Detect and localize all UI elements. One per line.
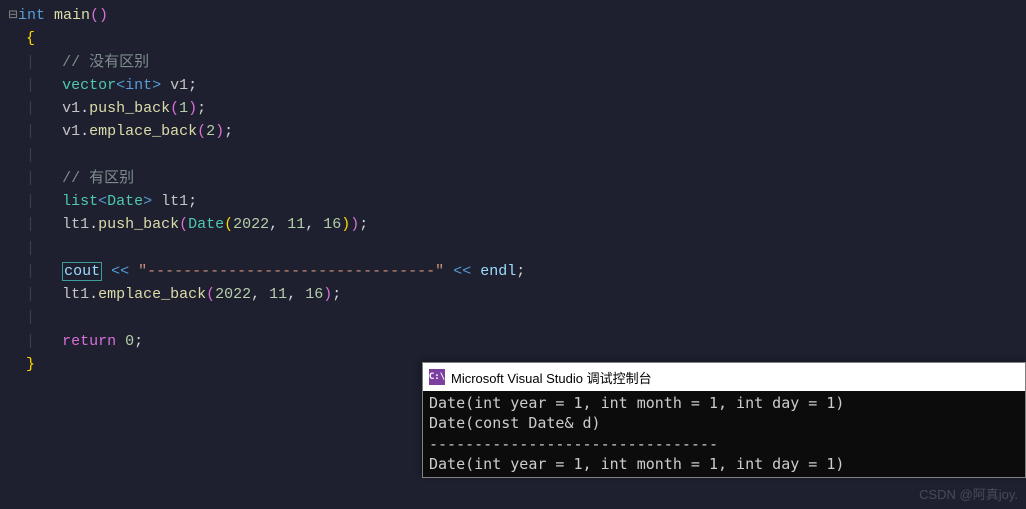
elem-type: Date	[107, 193, 143, 210]
code-line[interactable]: {	[8, 27, 1018, 50]
console-icon: C:\	[429, 369, 445, 385]
open-brace: {	[26, 30, 35, 47]
object: v1	[62, 123, 80, 140]
method: push_back	[98, 216, 179, 233]
number: 16	[323, 216, 341, 233]
number: 2022	[215, 286, 251, 303]
code-line[interactable]: | cout << "-----------------------------…	[8, 260, 1018, 283]
paren: ()	[90, 7, 108, 24]
debug-console-window[interactable]: C:\ Microsoft Visual Studio 调试控制台 Date(i…	[422, 362, 1026, 478]
code-line[interactable]: | v1.emplace_back(2);	[8, 120, 1018, 143]
return-keyword: return	[62, 333, 116, 350]
close-brace: }	[26, 356, 35, 373]
console-output[interactable]: Date(int year = 1, int month = 1, int da…	[423, 391, 1025, 477]
stream: cout	[64, 263, 100, 280]
console-line: Date(int year = 1, int month = 1, int da…	[429, 393, 1019, 413]
blank-line[interactable]: |	[8, 306, 1018, 329]
console-line: Date(const Date& d)	[429, 413, 1019, 433]
code-line[interactable]: ⊟int main()	[8, 4, 1018, 27]
method: push_back	[89, 100, 170, 117]
blank-line[interactable]: |	[8, 144, 1018, 167]
endl: endl	[480, 263, 516, 280]
code-line[interactable]: | return 0;	[8, 330, 1018, 353]
number: 0	[125, 333, 134, 350]
angle-bracket: <	[116, 77, 125, 94]
method: emplace_back	[98, 286, 206, 303]
code-editor[interactable]: ⊟int main() { | // 没有区别 | vector<int> v1…	[0, 0, 1026, 380]
console-title: Microsoft Visual Studio 调试控制台	[451, 368, 652, 387]
code-line[interactable]: | // 没有区别	[8, 51, 1018, 74]
code-line[interactable]: | // 有区别	[8, 167, 1018, 190]
number: 16	[305, 286, 323, 303]
code-line[interactable]: | lt1.push_back(Date(2022, 11, 16));	[8, 213, 1018, 236]
comment: // 没有区别	[62, 54, 149, 71]
watermark: CSDN @阿真joy.	[919, 484, 1018, 503]
number: 11	[269, 286, 287, 303]
ctor: Date	[188, 216, 224, 233]
number: 2	[206, 123, 215, 140]
code-line[interactable]: | vector<int> v1;	[8, 74, 1018, 97]
comment: // 有区别	[62, 170, 134, 187]
code-line[interactable]: | lt1.emplace_back(2022, 11, 16);	[8, 283, 1018, 306]
elem-type: int	[125, 77, 152, 94]
console-line: --------------------------------	[429, 434, 1019, 454]
number: 1	[179, 100, 188, 117]
variable: v1	[170, 77, 188, 94]
object: lt1	[62, 216, 89, 233]
container-type: vector	[62, 77, 116, 94]
variable: lt1	[161, 193, 188, 210]
number: 2022	[233, 216, 269, 233]
console-line: Date(int year = 1, int month = 1, int da…	[429, 454, 1019, 474]
string-literal: "--------------------------------"	[138, 263, 444, 280]
fold-collapse-icon[interactable]: ⊟	[8, 4, 18, 27]
container-type: list	[62, 193, 98, 210]
stream-op: <<	[453, 263, 471, 280]
blank-line[interactable]: |	[8, 237, 1018, 260]
object: v1	[62, 100, 80, 117]
method: emplace_back	[89, 123, 197, 140]
type-keyword: int	[18, 7, 45, 24]
selection-highlight: cout	[62, 262, 102, 281]
angle-bracket: <	[98, 193, 107, 210]
angle-bracket: >	[143, 193, 152, 210]
stream-op: <<	[111, 263, 129, 280]
number: 11	[287, 216, 305, 233]
object: lt1	[62, 286, 89, 303]
code-line[interactable]: | v1.push_back(1);	[8, 97, 1018, 120]
angle-bracket: >	[152, 77, 161, 94]
code-line[interactable]: | list<Date> lt1;	[8, 190, 1018, 213]
console-titlebar[interactable]: C:\ Microsoft Visual Studio 调试控制台	[423, 363, 1025, 391]
function-name: main	[54, 7, 90, 24]
